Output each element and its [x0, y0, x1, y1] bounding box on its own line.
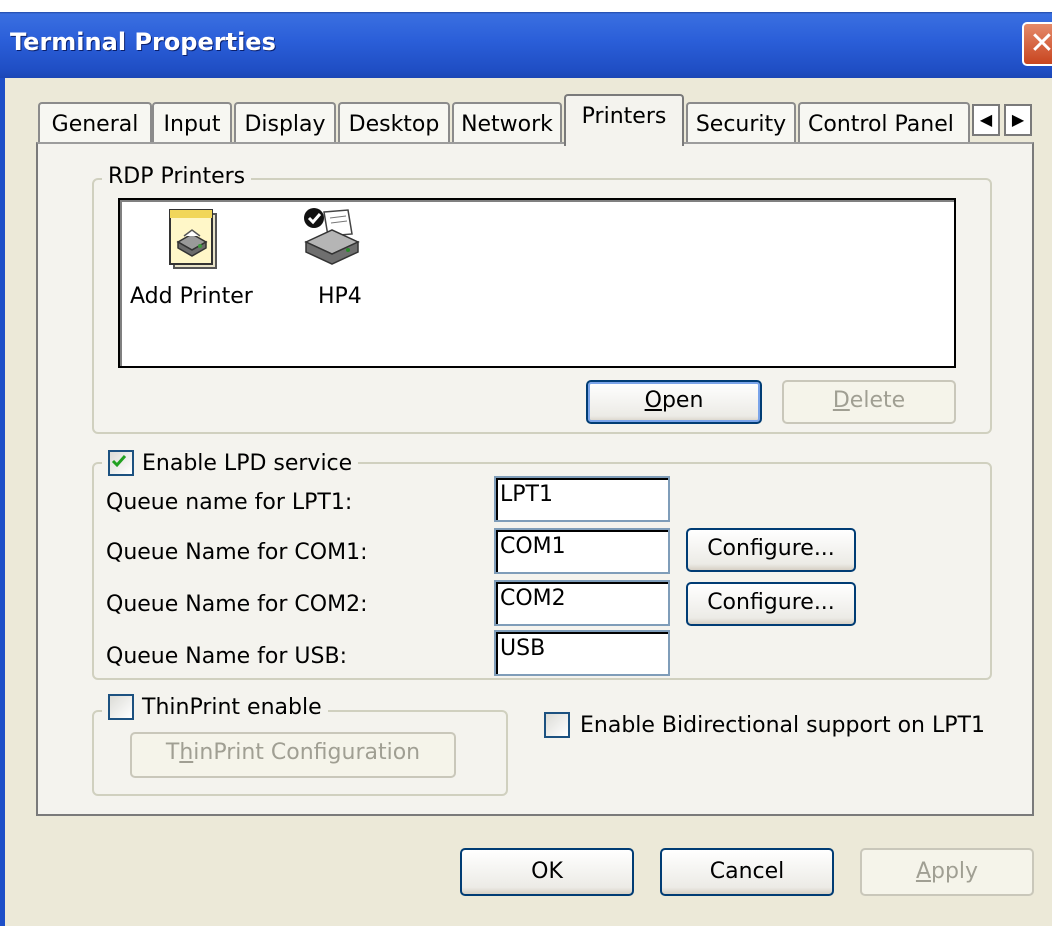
thinprint-group-header: ThinPrint enable — [102, 694, 328, 720]
rdp-printers-label: RDP Printers — [102, 164, 252, 189]
apply-label: pply — [931, 859, 979, 884]
thinprint-btn-accel: h — [179, 740, 194, 765]
apply-button[interactable]: Apply — [860, 848, 1034, 896]
bidirectional-row: Enable Bidirectional support on LPT1 — [544, 712, 985, 738]
cancel-button[interactable]: Cancel — [660, 848, 834, 896]
enable-lpd-checkbox[interactable] — [108, 450, 134, 476]
queue-lpt1-label: Queue name for LPT1: — [106, 490, 353, 515]
delete-accel: D — [832, 388, 850, 413]
check-mark-icon — [111, 455, 127, 468]
tab-label: Printers — [581, 104, 667, 129]
tab-label: Input — [163, 112, 221, 137]
open-accel: O — [644, 388, 662, 413]
queue-lpt1-input[interactable]: LPT1 — [494, 476, 670, 522]
ok-button[interactable]: OK — [460, 848, 634, 896]
queue-com1-input[interactable]: COM1 — [494, 528, 670, 574]
add-printer-label: Add Printer — [130, 284, 253, 309]
hp4-printer-label: HP4 — [318, 284, 362, 309]
delete-button[interactable]: Delete — [782, 380, 956, 424]
add-printer-icon[interactable] — [166, 208, 220, 270]
tab-network[interactable]: Network — [452, 102, 562, 144]
tab-scroll-right-icon[interactable]: ▶ — [1004, 104, 1032, 136]
tab-printers[interactable]: Printers — [564, 94, 684, 146]
open-label: pen — [661, 388, 704, 413]
tab-label: Network — [461, 112, 553, 137]
tab-desktop[interactable]: Desktop — [338, 102, 450, 144]
queue-com1-label: Queue Name for COM1: — [106, 540, 368, 565]
enable-lpd-label: Enable LPD service — [142, 450, 353, 476]
configure-com2-button[interactable]: Configure... — [686, 582, 856, 626]
tab-label: Desktop — [348, 112, 440, 137]
lpd-group-header: Enable LPD service — [102, 450, 359, 476]
thinprint-enable-checkbox[interactable] — [108, 694, 134, 720]
tab-input[interactable]: Input — [152, 102, 232, 144]
queue-com2-label: Queue Name for COM2: — [106, 592, 368, 617]
thinprint-enable-label: ThinPrint enable — [142, 694, 322, 720]
queue-usb-input[interactable]: USB — [494, 630, 670, 676]
tab-label: Display — [244, 112, 326, 137]
window-title: Terminal Properties — [10, 28, 276, 56]
printer-list[interactable] — [118, 198, 956, 368]
apply-accel: A — [915, 859, 931, 884]
open-button[interactable]: Open — [586, 380, 762, 424]
thinprint-btn-label: inPrint Configuration — [193, 740, 421, 765]
thinprint-configuration-button[interactable]: ThinPrint Configuration — [130, 732, 456, 778]
tab-security[interactable]: Security — [686, 102, 796, 144]
tab-label: General — [51, 112, 139, 137]
window-border — [0, 78, 5, 926]
tab-display[interactable]: Display — [234, 102, 336, 144]
tab-scroll-left-icon[interactable]: ◀ — [972, 104, 1000, 136]
queue-com2-input[interactable]: COM2 — [494, 580, 670, 626]
configure-com1-button[interactable]: Configure... — [686, 528, 856, 572]
default-printer-icon[interactable] — [302, 206, 362, 268]
tab-control-panel[interactable]: Control Panel — [798, 102, 970, 144]
bidirectional-checkbox[interactable] — [544, 712, 570, 738]
tab-label: Control Panel — [808, 112, 954, 137]
tab-general[interactable]: General — [38, 102, 152, 144]
thinprint-btn-pre: T — [165, 740, 180, 765]
close-button[interactable]: ✕ — [1022, 22, 1052, 66]
queue-usb-label: Queue Name for USB: — [106, 644, 347, 669]
tab-label: Security — [695, 112, 787, 137]
delete-label: elete — [849, 388, 906, 413]
bidirectional-label: Enable Bidirectional support on LPT1 — [580, 712, 985, 738]
